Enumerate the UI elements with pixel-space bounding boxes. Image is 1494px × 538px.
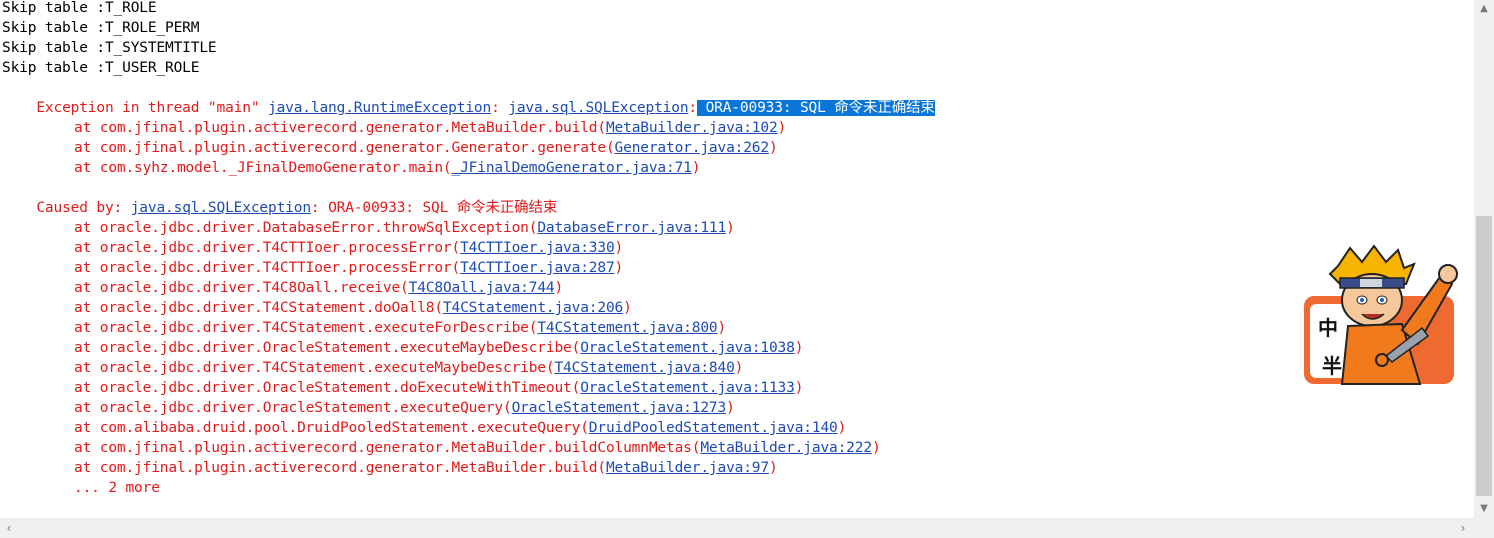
scroll-left-icon[interactable]: ‹ <box>0 518 18 538</box>
source-link[interactable]: T4CStatement.java:800 <box>537 320 717 336</box>
exception-separator: : <box>688 100 698 116</box>
stack-frame: at com.jfinal.plugin.activerecord.genera… <box>2 138 778 158</box>
stack-frame-method: at oracle.jdbc.driver.OracleStatement.do… <box>74 380 581 396</box>
source-link[interactable]: T4CStatement.java:840 <box>554 360 734 376</box>
stack-frame: at oracle.jdbc.driver.DatabaseError.thro… <box>2 218 735 238</box>
ninja-sticker: 中 半 <box>1302 244 1458 388</box>
stack-frame-method: at oracle.jdbc.driver.T4C8Oall.receive( <box>74 280 409 296</box>
exception-link-runtime[interactable]: java.lang.RuntimeException <box>268 100 491 116</box>
stack-frame: at com.jfinal.plugin.activerecord.genera… <box>2 118 786 138</box>
stack-frame: at oracle.jdbc.driver.T4CTTIoer.processE… <box>2 258 623 278</box>
ninja-character-icon <box>1328 244 1458 385</box>
source-link[interactable]: T4C8Oall.java:744 <box>409 280 555 296</box>
stack-frame-close: ) <box>794 380 804 396</box>
log-line: Skip table :T_SYSTEMTITLE <box>2 40 217 56</box>
caused-by-prefix: Caused by: <box>36 200 131 216</box>
stack-frame-close: ) <box>777 120 787 136</box>
stack-frame-close: ) <box>768 140 778 156</box>
stack-frame: at oracle.jdbc.driver.T4CStatement.doOal… <box>2 298 632 318</box>
caused-by-line: Caused by: java.sql.SQLException: ORA-00… <box>2 178 557 216</box>
stack-frame: at com.jfinal.plugin.activerecord.genera… <box>2 458 778 478</box>
stack-frame-method: at oracle.jdbc.driver.OracleStatement.ex… <box>74 340 581 356</box>
stack-frame-close: ) <box>726 220 735 236</box>
stack-frame-close: ) <box>794 340 804 356</box>
scroll-right-icon[interactable]: › <box>1454 518 1472 538</box>
source-link[interactable]: _JFinalDemoGenerator.java:71 <box>452 160 692 176</box>
stack-frame: at com.alibaba.druid.pool.DruidPooledSta… <box>2 418 846 438</box>
stack-frame: at oracle.jdbc.driver.T4CStatement.execu… <box>2 358 743 378</box>
stack-frame-method: at com.alibaba.druid.pool.DruidPooledSta… <box>74 420 589 436</box>
stack-frame-method: at oracle.jdbc.driver.OracleStatement.ex… <box>74 400 512 416</box>
source-link[interactable]: OracleStatement.java:1273 <box>512 400 727 416</box>
caused-by-link[interactable]: java.sql.SQLException <box>131 200 311 216</box>
stack-frame: at com.syhz.model._JFinalDemoGenerator.m… <box>2 158 700 178</box>
caused-by-message: : ORA-00933: SQL 命令未正确结束 <box>310 200 558 216</box>
source-link[interactable]: OracleStatement.java:1133 <box>580 380 795 396</box>
vertical-scrollbar[interactable]: ▲ ▼ <box>1474 0 1494 518</box>
console-output[interactable]: Skip table :T_ROLE Skip table :T_ROLE_PE… <box>0 0 1474 518</box>
scroll-up-icon[interactable]: ▲ <box>1474 0 1494 18</box>
stack-frame-method: at com.jfinal.plugin.activerecord.genera… <box>74 120 606 136</box>
stack-frame-method: at oracle.jdbc.driver.T4CStatement.execu… <box>74 360 555 376</box>
stack-frame-close: ) <box>734 360 744 376</box>
exception-separator: : <box>491 100 509 116</box>
stack-frame-method: at com.syhz.model._JFinalDemoGenerator.m… <box>74 160 452 176</box>
stack-frame-close: ) <box>691 160 701 176</box>
horizontal-scrollbar[interactable]: ‹ › <box>0 518 1474 538</box>
log-line: Skip table :T_ROLE <box>2 0 157 16</box>
source-link[interactable]: MetaBuilder.java:102 <box>606 120 778 136</box>
stack-frame-close: ) <box>726 400 735 416</box>
exception-prefix: Exception in thread "main" <box>36 100 268 116</box>
log-line: Skip table :T_ROLE_PERM <box>2 20 200 36</box>
source-link[interactable]: T4CTTIoer.java:287 <box>460 260 615 276</box>
vertical-scroll-thumb[interactable] <box>1476 216 1492 496</box>
stack-frame-method: at oracle.jdbc.driver.T4CStatement.execu… <box>74 320 538 336</box>
stack-frame-close: ) <box>614 260 624 276</box>
source-link[interactable]: Generator.java:262 <box>615 140 770 156</box>
source-link[interactable]: MetaBuilder.java:97 <box>606 460 769 476</box>
stack-frame-close: ) <box>554 280 564 296</box>
scrollbar-corner <box>1474 518 1494 538</box>
stack-frame-method: at com.jfinal.plugin.activerecord.genera… <box>74 440 701 456</box>
source-link[interactable]: T4CTTIoer.java:330 <box>460 240 615 256</box>
source-link[interactable]: MetaBuilder.java:222 <box>700 440 872 456</box>
exception-line: Exception in thread "main" java.lang.Run… <box>2 78 935 116</box>
stack-frame-close: ) <box>614 240 624 256</box>
stack-frame-close: ) <box>768 460 778 476</box>
stack-frame-method: at com.jfinal.plugin.activerecord.genera… <box>74 140 615 156</box>
stack-frame-close: ) <box>717 320 727 336</box>
stack-frame-close: ) <box>871 440 881 456</box>
log-line: Skip table :T_USER_ROLE <box>2 60 200 76</box>
stack-frame-method: at oracle.jdbc.driver.T4CTTIoer.processE… <box>74 240 461 256</box>
source-link[interactable]: DruidPooledStatement.java:140 <box>589 420 838 436</box>
stack-frame: at oracle.jdbc.driver.T4CStatement.execu… <box>2 318 726 338</box>
scroll-down-icon[interactable]: ▼ <box>1474 500 1494 518</box>
selected-error-message[interactable]: ORA-00933: SQL 命令未正确结束 <box>697 100 935 116</box>
stack-frame: at oracle.jdbc.driver.T4CTTIoer.processE… <box>2 238 623 258</box>
stack-frame: at com.jfinal.plugin.activerecord.genera… <box>2 438 881 458</box>
exception-link-sql[interactable]: java.sql.SQLException <box>508 100 688 116</box>
stack-frame-method: at oracle.jdbc.driver.T4CStatement.doOal… <box>74 300 443 316</box>
stack-frame: at oracle.jdbc.driver.T4C8Oall.receive(T… <box>2 278 563 298</box>
source-link[interactable]: OracleStatement.java:1038 <box>580 340 795 356</box>
stack-frame-method: at oracle.jdbc.driver.T4CTTIoer.processE… <box>74 260 461 276</box>
stack-frame: at oracle.jdbc.driver.OracleStatement.ex… <box>2 338 803 358</box>
source-link[interactable]: T4CStatement.java:206 <box>443 300 623 316</box>
more-frames-line: ... 2 more <box>74 480 160 496</box>
stack-frame-method: at com.jfinal.plugin.activerecord.genera… <box>74 460 606 476</box>
stack-frame: at oracle.jdbc.driver.OracleStatement.ex… <box>2 398 735 418</box>
stack-frame-method: at oracle.jdbc.driver.DatabaseError.thro… <box>74 220 538 236</box>
source-link[interactable]: DatabaseError.java:111 <box>537 220 726 236</box>
stack-frame: at oracle.jdbc.driver.OracleStatement.do… <box>2 378 803 398</box>
stack-frame-close: ) <box>837 420 847 436</box>
stack-frame-close: ) <box>623 300 632 316</box>
